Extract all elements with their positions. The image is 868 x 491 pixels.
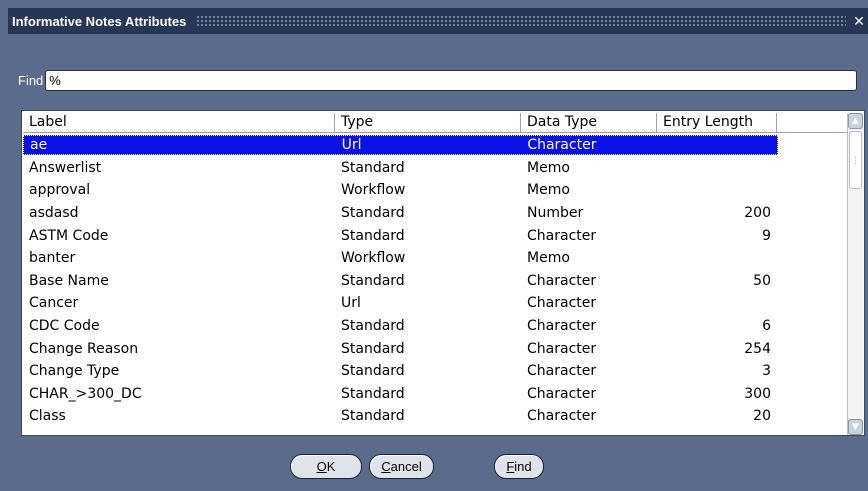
cell-type: Standard bbox=[341, 340, 405, 357]
cell-type: Standard bbox=[341, 318, 405, 335]
title-bar-grip[interactable] bbox=[196, 15, 846, 27]
cell-type: Url bbox=[341, 295, 361, 312]
cell-data-type: Character bbox=[527, 272, 597, 289]
cell-entry-length: 300 bbox=[744, 385, 771, 402]
table-row[interactable]: ASTM Code Standard Character 9 bbox=[23, 224, 778, 247]
table-row[interactable]: Change Type Standard Character 3 bbox=[23, 360, 778, 383]
cell-type: Standard bbox=[341, 272, 405, 289]
cell-entry-length: 50 bbox=[753, 272, 771, 289]
cell-type: Workflow bbox=[341, 250, 406, 267]
window-title: Informative Notes Attributes bbox=[12, 13, 187, 29]
ok-mnemonic: O bbox=[316, 459, 327, 474]
cell-label: ASTM Code bbox=[29, 227, 109, 244]
cell-label: CDC Code bbox=[29, 318, 100, 335]
table-row[interactable]: asdasd Standard Number 200 bbox=[23, 202, 778, 225]
table-row[interactable]: Answerlist Standard Memo bbox=[23, 157, 778, 180]
table-row[interactable]: Cancer Url Character bbox=[23, 292, 778, 315]
cell-entry-length: 254 bbox=[744, 340, 771, 357]
cell-data-type: Character bbox=[527, 385, 597, 402]
table-row[interactable]: ae Url Character bbox=[23, 135, 778, 155]
cell-data-type: Memo bbox=[527, 182, 570, 199]
cell-data-type: Number bbox=[527, 205, 584, 222]
title-bar[interactable]: Informative Notes Attributes ✕ bbox=[8, 8, 868, 34]
close-icon[interactable]: ✕ bbox=[852, 13, 866, 30]
vertical-scrollbar[interactable]: ▲ ⋮ ▼ bbox=[847, 113, 863, 435]
find-row: Find bbox=[18, 70, 858, 91]
scroll-up-icon[interactable]: ▲ bbox=[848, 113, 863, 129]
cell-data-type: Character bbox=[527, 408, 597, 425]
cell-label: Base Name bbox=[29, 272, 109, 289]
cell-type: Standard bbox=[341, 385, 405, 402]
cell-type: Url bbox=[341, 137, 362, 153]
find-mnemonic: F bbox=[506, 459, 515, 474]
button-bar: OK Cancel Find bbox=[8, 454, 868, 482]
cell-label: Change Reason bbox=[29, 340, 139, 357]
scroll-down-icon[interactable]: ▼ bbox=[848, 419, 863, 435]
cell-label: Change Type bbox=[29, 363, 120, 380]
cell-entry-length: 20 bbox=[753, 408, 771, 425]
results-table: Label Type Data Type Entry Length ae Url C… bbox=[21, 110, 865, 436]
cell-data-type: Character bbox=[527, 227, 597, 244]
column-header-entry-length[interactable]: Entry Length bbox=[657, 113, 777, 133]
cell-type: Standard bbox=[341, 159, 405, 176]
cell-data-type: Memo bbox=[527, 159, 570, 176]
find-label-rest: ind bbox=[514, 459, 532, 474]
cell-label: CHAR_>300_DC bbox=[29, 385, 142, 402]
cell-label: Answerlist bbox=[29, 159, 102, 176]
cell-type: Standard bbox=[341, 205, 405, 222]
cell-data-type: Character bbox=[527, 295, 597, 312]
scroll-thumb[interactable]: ⋮ bbox=[849, 131, 862, 189]
dialog-body: Find Label Type Data Type Entry Length a… bbox=[8, 34, 868, 491]
cell-data-type: Character bbox=[527, 363, 597, 380]
table-row[interactable]: CDC Code Standard Character 6 bbox=[23, 315, 778, 338]
cancel-label-rest: ancel bbox=[390, 459, 422, 474]
cell-entry-length: 6 bbox=[762, 318, 771, 335]
table-row[interactable]: approval Workflow Memo bbox=[23, 179, 778, 202]
cell-data-type: Character bbox=[527, 318, 597, 335]
table-row[interactable]: Change Reason Standard Character 254 bbox=[23, 337, 778, 360]
column-header-data-type[interactable]: Data Type bbox=[521, 113, 657, 133]
cell-entry-length: 200 bbox=[744, 205, 771, 222]
cell-label: ae bbox=[30, 137, 48, 153]
cell-type: Standard bbox=[341, 363, 405, 380]
cell-label: banter bbox=[29, 250, 76, 267]
column-header-type[interactable]: Type bbox=[335, 113, 521, 133]
cell-data-type: Character bbox=[527, 137, 597, 153]
table-row[interactable]: banter Workflow Memo bbox=[23, 247, 778, 270]
cell-entry-length: 3 bbox=[762, 363, 771, 380]
cancel-button[interactable]: Cancel bbox=[369, 454, 434, 479]
cell-label: Cancer bbox=[29, 295, 79, 312]
cell-type: Workflow bbox=[341, 182, 406, 199]
find-input[interactable] bbox=[45, 70, 858, 91]
table-row[interactable]: Base Name Standard Character 50 bbox=[23, 270, 778, 293]
find-label: Find bbox=[18, 73, 44, 88]
cancel-mnemonic: C bbox=[381, 459, 391, 474]
find-button[interactable]: Find bbox=[494, 454, 544, 479]
ok-button[interactable]: OK bbox=[290, 454, 362, 479]
table-row[interactable]: CHAR_>300_DC Standard Character 300 bbox=[23, 383, 778, 406]
cell-label: approval bbox=[29, 182, 91, 199]
table-header: Label Type Data Type Entry Length bbox=[23, 113, 849, 133]
table-row[interactable]: Class Standard Character 20 bbox=[23, 405, 778, 428]
column-header-label[interactable]: Label bbox=[23, 113, 335, 133]
cell-type: Standard bbox=[341, 408, 405, 425]
cell-type: Standard bbox=[341, 227, 405, 244]
ok-label-rest: K bbox=[326, 459, 336, 474]
column-header-spacer bbox=[777, 113, 849, 133]
cell-data-type: Character bbox=[527, 340, 597, 357]
table-body: ae Url Character Answerlist Standard Memo appr… bbox=[23, 134, 778, 428]
cell-label: asdasd bbox=[29, 205, 79, 222]
cell-entry-length: 9 bbox=[762, 227, 771, 244]
cell-data-type: Memo bbox=[527, 250, 570, 267]
cell-label: Class bbox=[29, 408, 66, 425]
